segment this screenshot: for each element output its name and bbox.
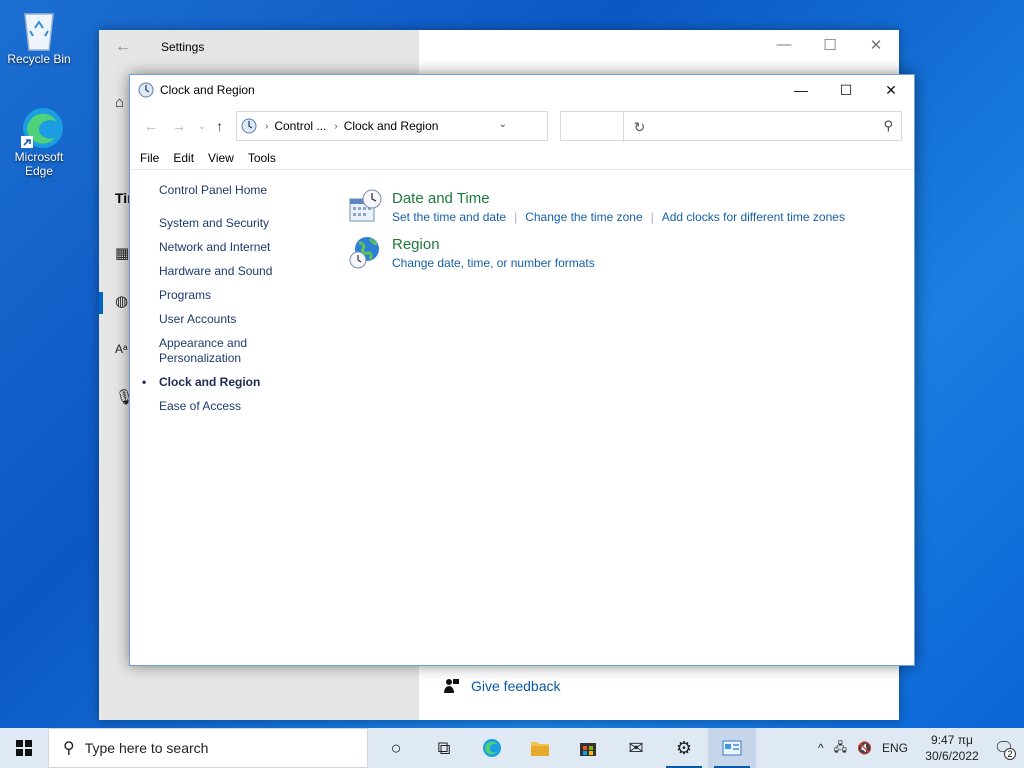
chevron-right-icon: › (334, 120, 338, 132)
window-title: Clock and Region (160, 83, 255, 97)
task-view-icon: ⧉ (437, 737, 451, 758)
address-clock-icon (241, 118, 257, 134)
recent-locations-icon[interactable]: ⌄ (198, 121, 206, 132)
back-arrow-icon[interactable]: ← (115, 38, 131, 56)
folder-icon (531, 742, 549, 756)
search-icon: ⚲ (63, 740, 75, 757)
recycle-bin-label: Recycle Bin (7, 52, 71, 66)
calendar-icon[interactable]: ▦ (115, 244, 129, 262)
file-explorer-button[interactable] (516, 728, 564, 768)
notification-count: 2 (1004, 748, 1016, 760)
settings-taskbar-button[interactable]: ⚙ (660, 728, 708, 768)
edge-taskbar-button[interactable] (468, 728, 516, 768)
mail-button[interactable]: ✉ (612, 728, 660, 768)
category-region: Region Change date, time, or number form… (348, 235, 603, 270)
menu-tools[interactable]: Tools (248, 151, 276, 165)
search-input[interactable]: ⚲ (560, 111, 902, 141)
clock-time: 9:47 πμ (931, 733, 973, 747)
edge-desktop-icon[interactable]: Microsoft Edge (1, 104, 77, 178)
give-feedback-link[interactable]: Give feedback (443, 678, 561, 694)
address-dropdown-icon[interactable]: ⌄ (499, 119, 507, 130)
menu-edit[interactable]: Edit (173, 151, 194, 165)
settings-close-button[interactable]: ✕ (853, 36, 899, 54)
nav-clock-region[interactable]: Clock and Region (142, 375, 309, 390)
task-view-cortana-button[interactable]: ○ (372, 728, 420, 768)
up-icon[interactable]: ↑ (216, 118, 223, 134)
address-bar[interactable]: › Control ... › Clock and Region ⌄ ↻ (236, 111, 645, 142)
forward-icon[interactable]: → (172, 118, 186, 134)
network-icon[interactable]: 🖧 (834, 738, 847, 759)
language-icon[interactable]: Aᵃ (115, 342, 127, 356)
nav-user-accounts[interactable]: User Accounts (159, 312, 309, 327)
system-tray: ^ 🖧 🔇 ENG 9:47 πμ 30/6/2022 🗨 2 (808, 728, 1024, 768)
edge-icon (17, 104, 63, 148)
show-hidden-icons-icon[interactable]: ^ (818, 741, 824, 755)
store-icon (580, 743, 596, 756)
settings-title: Settings (161, 40, 205, 54)
settings-minimize-button[interactable]: — (761, 36, 807, 53)
chevron-right-icon: › (265, 120, 269, 132)
menu-file[interactable]: File (140, 151, 159, 165)
search-icon: ⚲ (883, 118, 893, 133)
windows-logo-icon (16, 740, 32, 756)
selected-indicator (99, 292, 103, 314)
taskbar: ⚲ Type here to search ○ ⧉ ✉ ⚙ ^ 🖧 🔇 ENG … (0, 728, 1024, 768)
divider (130, 169, 914, 170)
date-time-icon (348, 189, 382, 223)
globe-icon[interactable]: ◍ (115, 292, 128, 310)
gear-icon: ⚙ (675, 737, 693, 758)
maximize-button[interactable]: ☐ (823, 75, 869, 105)
volume-muted-icon[interactable]: 🔇 (857, 741, 872, 755)
date-time-title[interactable]: Date and Time (392, 189, 853, 208)
add-clocks-link[interactable]: Add clocks for different time zones (662, 210, 845, 224)
settings-maximize-button[interactable]: ☐ (807, 36, 853, 54)
control-panel-home-link[interactable]: Control Panel Home (159, 183, 309, 198)
notifications-button[interactable]: 🗨 2 (984, 728, 1024, 768)
nav-system-security[interactable]: System and Security (159, 216, 309, 231)
left-nav: Control Panel Home System and Security N… (142, 183, 309, 423)
link-separator: | (514, 210, 518, 224)
clock-date: 30/6/2022 (925, 749, 979, 763)
recycle-bin-desktop-icon[interactable]: Recycle Bin (1, 6, 77, 66)
control-panel-window: Clock and Region — ☐ ✕ ← → ⌄ ↑ › Control… (129, 74, 915, 666)
give-feedback-label: Give feedback (471, 678, 561, 694)
region-globe-icon (348, 235, 382, 269)
clock-region-icon (138, 82, 154, 98)
back-icon[interactable]: ← (144, 118, 158, 134)
nav-appearance-personalization[interactable]: Appearance and Personalization (159, 336, 309, 366)
control-panel-taskbar-button[interactable] (708, 728, 756, 768)
circle-icon: ○ (390, 737, 402, 758)
minimize-button[interactable]: — (778, 75, 824, 105)
nav-ease-of-access[interactable]: Ease of Access (159, 399, 309, 414)
taskbar-search-box[interactable]: ⚲ Type here to search (48, 728, 368, 768)
menu-view[interactable]: View (208, 151, 234, 165)
breadcrumb-control-panel[interactable]: Control ... (274, 119, 326, 133)
link-separator: | (650, 210, 654, 224)
set-time-date-link[interactable]: Set the time and date (392, 210, 506, 224)
address-row: ← → ⌄ ↑ › Control ... › Clock and Region… (130, 111, 914, 142)
store-button[interactable] (564, 728, 612, 768)
task-view-button[interactable]: ⧉ (420, 728, 468, 768)
mail-icon: ✉ (628, 737, 644, 758)
nav-hardware-sound[interactable]: Hardware and Sound (159, 264, 309, 279)
start-button[interactable] (0, 728, 48, 768)
close-button[interactable]: ✕ (868, 75, 914, 105)
clock[interactable]: 9:47 πμ 30/6/2022 (920, 732, 984, 764)
edge-icon (483, 739, 501, 757)
change-formats-link[interactable]: Change date, time, or number formats (392, 256, 595, 270)
control-panel-icon (722, 740, 742, 756)
region-title[interactable]: Region (392, 235, 603, 254)
menu-bar: File Edit View Tools (140, 151, 290, 165)
feedback-icon (444, 679, 459, 693)
change-time-zone-link[interactable]: Change the time zone (525, 210, 642, 224)
language-indicator[interactable]: ENG (882, 741, 908, 755)
taskbar-search-placeholder: Type here to search (84, 740, 209, 756)
nav-programs[interactable]: Programs (159, 288, 309, 303)
category-date-time: Date and Time Set the time and date | Chan… (348, 189, 853, 224)
breadcrumb-clock-region[interactable]: Clock and Region (344, 119, 439, 133)
edge-label: Microsoft Edge (14, 150, 64, 178)
nav-network-internet[interactable]: Network and Internet (159, 240, 309, 255)
recycle-bin-icon (17, 6, 61, 51)
home-icon[interactable]: ⌂ (115, 94, 124, 111)
